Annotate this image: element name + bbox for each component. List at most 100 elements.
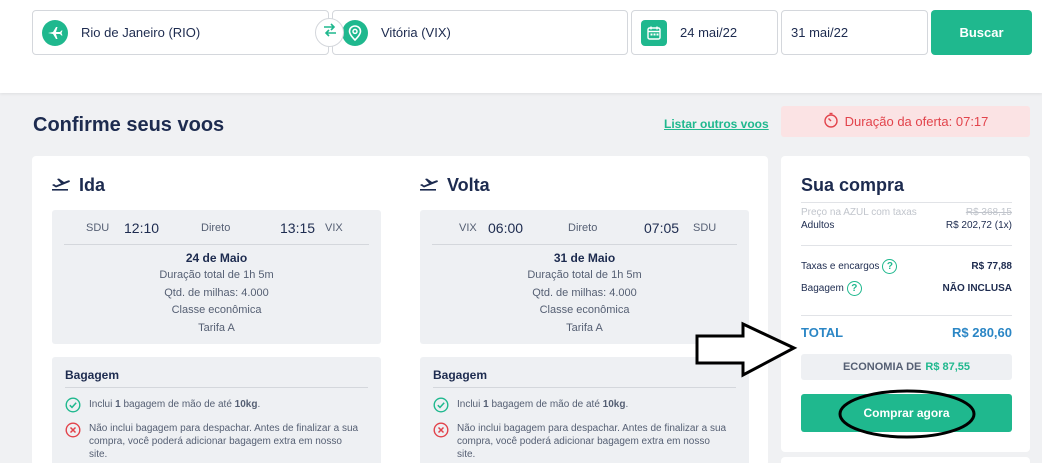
divider bbox=[433, 387, 736, 388]
outbound-title-text: Ida bbox=[79, 175, 106, 195]
azul-price-row: Preço na AZUL com taxas R$ 368,15 bbox=[801, 207, 1012, 218]
outbound-baggage-box: Bagagem Inclui 1 bagagem de mão de até 1… bbox=[52, 357, 381, 463]
outbound-dep-time: 12:10 bbox=[124, 220, 160, 236]
swap-button[interactable] bbox=[315, 18, 344, 47]
help-icon[interactable]: ? bbox=[882, 259, 898, 274]
return-duration: Duração total de 1h 5m bbox=[527, 269, 642, 281]
offer-timer-badge: Duração da oferta: 07:17 bbox=[781, 106, 1030, 137]
search-bar: Rio de Janeiro (RIO) Vitória (VIX) 24 ma… bbox=[0, 0, 1042, 93]
offer-timer-text: Duração da oferta: 07:17 bbox=[844, 114, 989, 129]
total-label: TOTAL bbox=[801, 325, 844, 340]
outbound-title: Ida bbox=[51, 175, 105, 196]
divider bbox=[801, 245, 1012, 246]
divider bbox=[801, 202, 1012, 203]
depart-date-field[interactable]: 24 mai/22 bbox=[631, 10, 778, 55]
depart-date-value: 24 mai/22 bbox=[680, 25, 738, 40]
economy-value: R$ 87,55 bbox=[925, 361, 971, 373]
taxes-label: Taxas e encargos bbox=[801, 261, 880, 272]
outbound-miles: Qtd. de milhas: 4.000 bbox=[164, 286, 269, 299]
outbound-arr-time: 13:15 bbox=[280, 220, 316, 236]
origin-field[interactable]: Rio de Janeiro (RIO) bbox=[32, 10, 329, 55]
return-stops: Direto bbox=[568, 222, 598, 234]
location-pin-icon bbox=[342, 19, 368, 46]
baggage-label: Bagagem bbox=[801, 283, 844, 294]
summary-title: Sua compra bbox=[801, 175, 905, 195]
return-bag-excluded: Não inclui bagagem para despachar. Antes… bbox=[433, 422, 729, 461]
return-baggage-box: Bagagem Inclui 1 bagagem de mão de até 1… bbox=[420, 357, 749, 463]
check-circle-icon bbox=[65, 397, 81, 413]
outbound-duration: Duração total de 1h 5m bbox=[159, 269, 274, 281]
text: bagagem de mão de até bbox=[120, 399, 235, 410]
outbound-from-code: SDU bbox=[86, 222, 110, 234]
outbound-bag-included: Inclui 1 bagagem de mão de até 10kg. bbox=[65, 397, 361, 413]
divider bbox=[801, 315, 1012, 316]
takeoff-icon bbox=[419, 175, 439, 196]
baggage-row: Bagagem ? NÃO INCLUSA bbox=[801, 281, 1012, 296]
outbound-date: 24 de Maio bbox=[185, 251, 248, 265]
return-flight-card[interactable]: VIX 06:00 Direto 07:05 SDU 31 de Maio Du… bbox=[420, 210, 749, 344]
azul-price-label: Preço na AZUL com taxas bbox=[801, 207, 917, 218]
return-fare: Tarifa A bbox=[566, 321, 603, 334]
adults-label: Adultos bbox=[801, 220, 835, 231]
destination-field[interactable]: Vitória (VIX) bbox=[332, 10, 628, 55]
return-date-value: 31 mai/22 bbox=[791, 25, 849, 40]
economy-badge: ECONOMIA DE R$ 87,55 bbox=[801, 354, 1012, 380]
return-dep-time: 06:00 bbox=[488, 220, 524, 236]
stopwatch-icon bbox=[823, 112, 839, 131]
return-date: 31 de Maio bbox=[553, 251, 616, 265]
divider bbox=[432, 244, 737, 245]
x-circle-icon bbox=[65, 422, 81, 438]
outbound-cabin: Classe econômica bbox=[171, 304, 262, 316]
outbound-bag-excluded: Não inclui bagagem para despachar. Antes… bbox=[65, 422, 361, 461]
taxes-value: R$ 77,88 bbox=[971, 261, 1012, 272]
total-value: R$ 280,60 bbox=[952, 325, 1012, 340]
return-title: Volta bbox=[419, 175, 490, 196]
divider bbox=[64, 244, 369, 245]
return-date-field[interactable]: 31 mai/22 bbox=[781, 10, 928, 55]
search-button[interactable]: Buscar bbox=[931, 10, 1032, 55]
check-circle-icon bbox=[433, 397, 449, 413]
summary-panel-next bbox=[781, 457, 1030, 463]
return-title-text: Volta bbox=[447, 175, 490, 195]
return-to-code: SDU bbox=[693, 222, 717, 234]
takeoff-icon bbox=[51, 175, 71, 196]
text: 10kg bbox=[234, 399, 258, 410]
outbound-baggage-title: Bagagem bbox=[65, 368, 120, 382]
outbound-bag-excluded-text: Não inclui bagagem para despachar. Antes… bbox=[89, 423, 359, 460]
help-icon[interactable]: ? bbox=[846, 281, 862, 296]
economy-label: ECONOMIA DE bbox=[842, 361, 922, 373]
text: . bbox=[625, 399, 629, 410]
adults-value: R$ 202,72 (1x) bbox=[945, 220, 1012, 231]
destination-value: Vitória (VIX) bbox=[381, 25, 451, 40]
text: Inclui bbox=[89, 399, 116, 410]
buy-now-button[interactable]: Comprar agora bbox=[801, 394, 1012, 432]
origin-value: Rio de Janeiro (RIO) bbox=[81, 25, 201, 40]
outbound-fare: Tarifa A bbox=[198, 321, 235, 334]
baggage-value: NÃO INCLUSA bbox=[942, 283, 1012, 294]
text: Inclui bbox=[457, 399, 484, 410]
outbound-flight-card[interactable]: SDU 12:10 Direto 13:15 VIX 24 de Maio Du… bbox=[52, 210, 381, 344]
airplane-icon bbox=[42, 19, 68, 46]
x-circle-icon bbox=[433, 422, 449, 438]
divider bbox=[65, 387, 368, 388]
adults-row: Adultos R$ 202,72 (1x) bbox=[801, 220, 1012, 231]
return-bag-excluded-text: Não inclui bagagem para despachar. Antes… bbox=[457, 423, 727, 460]
outbound-stops: Direto bbox=[201, 222, 231, 234]
swap-arrows-icon bbox=[322, 22, 338, 43]
text: bagagem de mão de até bbox=[488, 399, 603, 410]
text: 10kg bbox=[602, 399, 626, 410]
list-other-flights-link[interactable]: Listar outros voos bbox=[664, 117, 769, 131]
total-row: TOTAL R$ 280,60 bbox=[801, 325, 1012, 340]
return-miles: Qtd. de milhas: 4.000 bbox=[532, 286, 637, 299]
taxes-row: Taxas e encargos ? R$ 77,88 bbox=[801, 259, 1012, 274]
return-arr-time: 07:05 bbox=[644, 220, 680, 236]
azul-price-value: R$ 368,15 bbox=[965, 207, 1012, 218]
outbound-to-code: VIX bbox=[325, 222, 343, 234]
return-baggage-title: Bagagem bbox=[433, 368, 488, 382]
page-title: Confirme seus voos bbox=[33, 114, 225, 136]
calendar-icon bbox=[641, 19, 667, 46]
return-from-code: VIX bbox=[459, 222, 477, 234]
return-bag-included: Inclui 1 bagagem de mão de até 10kg. bbox=[433, 397, 729, 413]
return-cabin: Classe econômica bbox=[539, 304, 630, 316]
text: . bbox=[257, 399, 261, 410]
